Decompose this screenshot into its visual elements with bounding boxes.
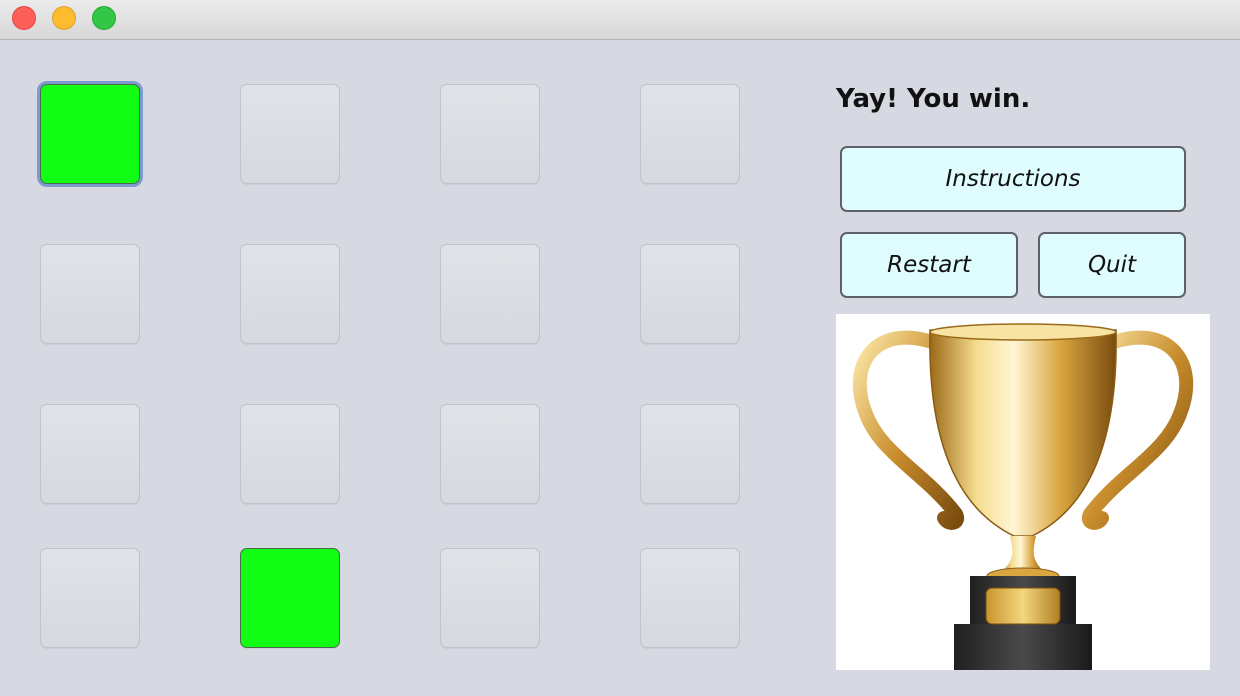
restart-button[interactable]: Restart — [840, 232, 1018, 298]
board-cell[interactable] — [40, 404, 140, 504]
minimize-window-button[interactable] — [52, 6, 76, 30]
status-message: Yay! You win. — [836, 84, 1031, 114]
board-cell[interactable] — [440, 404, 540, 504]
board-cell[interactable] — [40, 244, 140, 344]
maximize-window-button[interactable] — [92, 6, 116, 30]
title-bar — [0, 0, 1240, 40]
board-cell[interactable] — [240, 548, 340, 648]
board-cell[interactable] — [40, 548, 140, 648]
quit-button[interactable]: Quit — [1038, 232, 1186, 298]
board-cell[interactable] — [440, 244, 540, 344]
board-cell[interactable] — [240, 404, 340, 504]
trophy-icon — [852, 323, 1194, 670]
board-cell[interactable] — [640, 84, 740, 184]
board-cell[interactable] — [640, 244, 740, 344]
board-cell[interactable] — [440, 84, 540, 184]
instructions-button[interactable]: Instructions — [840, 146, 1186, 212]
board-cell[interactable] — [440, 548, 540, 648]
board-cell[interactable] — [240, 84, 340, 184]
board-cell[interactable] — [240, 244, 340, 344]
close-window-button[interactable] — [12, 6, 36, 30]
board-cell[interactable] — [640, 548, 740, 648]
board-cell[interactable] — [40, 84, 140, 184]
board-cell[interactable] — [640, 404, 740, 504]
trophy-image — [836, 314, 1210, 670]
game-board — [40, 84, 740, 664]
